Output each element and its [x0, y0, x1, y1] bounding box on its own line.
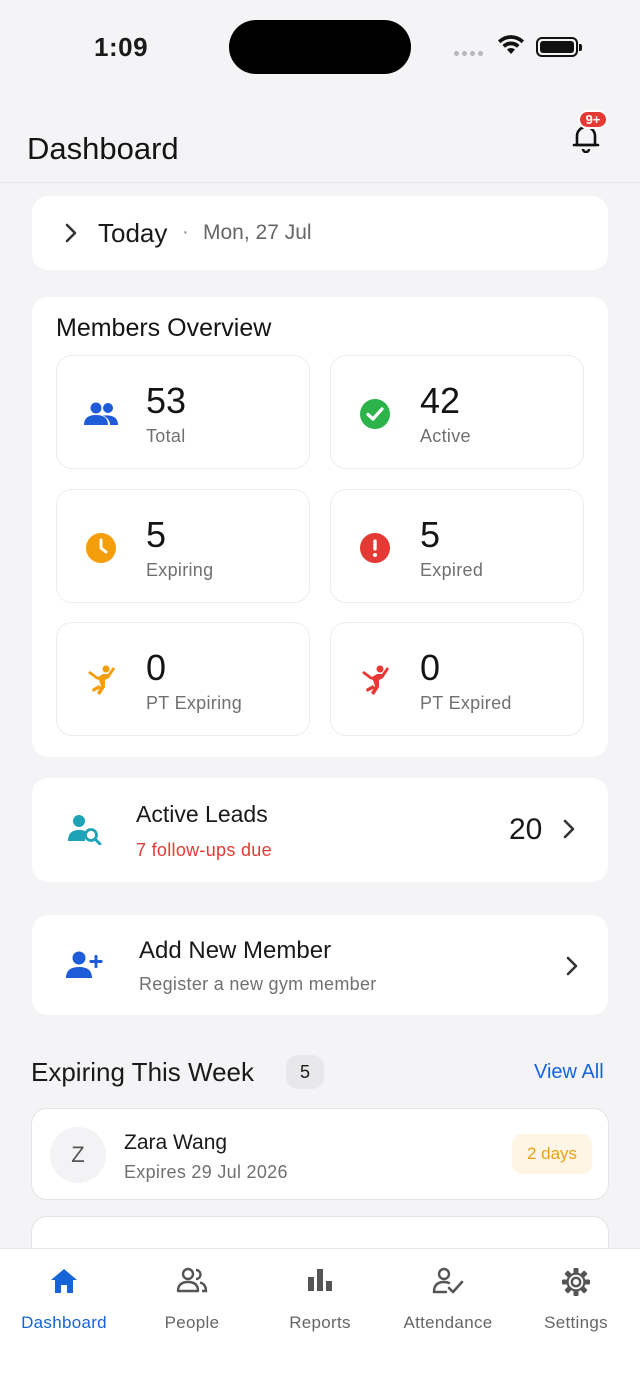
cellular-signal-icon	[454, 51, 483, 56]
tab-label: Reports	[289, 1313, 351, 1332]
active-leads-title: Active Leads	[136, 801, 268, 827]
tab-label: People	[164, 1313, 220, 1332]
martial-arts-icon	[81, 663, 121, 699]
page-title: Dashboard	[27, 131, 179, 166]
list-item[interactable]: Z Zara Wang Expires 29 Jul 2026 2 days	[31, 1108, 609, 1200]
stat-value: 5	[146, 514, 167, 555]
tab-people[interactable]: People	[128, 1249, 256, 1349]
chevron-right-icon	[65, 223, 77, 243]
notification-badge: 9+	[578, 110, 608, 129]
stat-active[interactable]: 42 Active	[330, 355, 584, 469]
member-name: Zara Wang	[124, 1131, 228, 1154]
expiring-this-week-title: Expiring This Week	[31, 1057, 255, 1087]
tab-label: Dashboard	[21, 1313, 107, 1332]
home-icon	[51, 1269, 77, 1293]
add-new-member-subtitle: Register a new gym member	[139, 974, 377, 994]
gear-icon	[562, 1268, 590, 1296]
add-new-member-title: Add New Member	[139, 937, 332, 964]
wifi-icon	[498, 35, 524, 54]
add-new-member-card[interactable]	[32, 915, 608, 1015]
avatar: Z	[50, 1127, 106, 1183]
stat-value: 0	[420, 647, 441, 688]
stat-value: 42	[420, 380, 461, 421]
clock-icon	[81, 530, 121, 566]
chevron-right-icon	[566, 956, 578, 976]
martial-arts-icon	[355, 663, 395, 699]
people-icon	[176, 1267, 208, 1293]
stat-label: PT Expired	[420, 693, 512, 713]
tab-dashboard[interactable]: Dashboard	[0, 1249, 128, 1349]
stat-expired[interactable]: 5 Expired	[330, 489, 584, 603]
bar-chart-icon	[308, 1269, 332, 1291]
status-time: 1:09	[94, 32, 149, 62]
battery-icon	[536, 37, 582, 57]
view-all-link[interactable]: View All	[534, 1061, 604, 1084]
members-overview-title: Members Overview	[56, 314, 272, 342]
stat-label: Active	[420, 426, 471, 446]
person-add-icon	[66, 951, 103, 978]
stat-pt-expired[interactable]: 0 PT Expired	[330, 622, 584, 736]
app-header: Dashboard	[0, 95, 640, 183]
tab-reports[interactable]: Reports	[256, 1249, 384, 1349]
tab-settings[interactable]: Settings	[512, 1249, 640, 1349]
tab-attendance[interactable]: Attendance	[384, 1249, 512, 1349]
alert-circle-icon	[355, 530, 395, 566]
person-search-icon	[68, 815, 102, 845]
tab-label: Settings	[544, 1313, 608, 1332]
check-circle-icon	[355, 396, 395, 432]
bottom-tab-bar: Dashboard People Reports Attendance Sett…	[0, 1248, 640, 1391]
stat-value: 0	[146, 647, 167, 688]
chevron-right-icon	[563, 819, 575, 839]
stat-label: PT Expiring	[146, 693, 243, 713]
tab-label: Attendance	[403, 1313, 493, 1332]
dynamic-island	[229, 20, 411, 74]
separator-dot: ·	[182, 221, 189, 243]
stat-value: 53	[146, 380, 187, 421]
active-leads-count: 20	[509, 813, 543, 846]
today-date: Mon, 27 Jul	[203, 221, 312, 244]
stat-expiring[interactable]: 5 Expiring	[56, 489, 310, 603]
member-expiry: Expires 29 Jul 2026	[124, 1162, 288, 1182]
stat-label: Expiring	[146, 560, 214, 580]
today-label: Today	[98, 218, 168, 248]
follow-ups-due: 7 follow-ups due	[136, 840, 272, 860]
stat-total[interactable]: 53 Total	[56, 355, 310, 469]
person-check-icon	[432, 1267, 464, 1294]
stat-label: Total	[146, 426, 186, 446]
stat-pt-expiring[interactable]: 0 PT Expiring	[56, 622, 310, 736]
expiring-count-badge: 5	[286, 1055, 324, 1089]
days-remaining-badge: 2 days	[512, 1134, 592, 1174]
stat-value: 5	[420, 514, 441, 555]
group-icon	[81, 396, 121, 432]
status-bar: 1:09	[0, 0, 640, 95]
stat-label: Expired	[420, 560, 484, 580]
